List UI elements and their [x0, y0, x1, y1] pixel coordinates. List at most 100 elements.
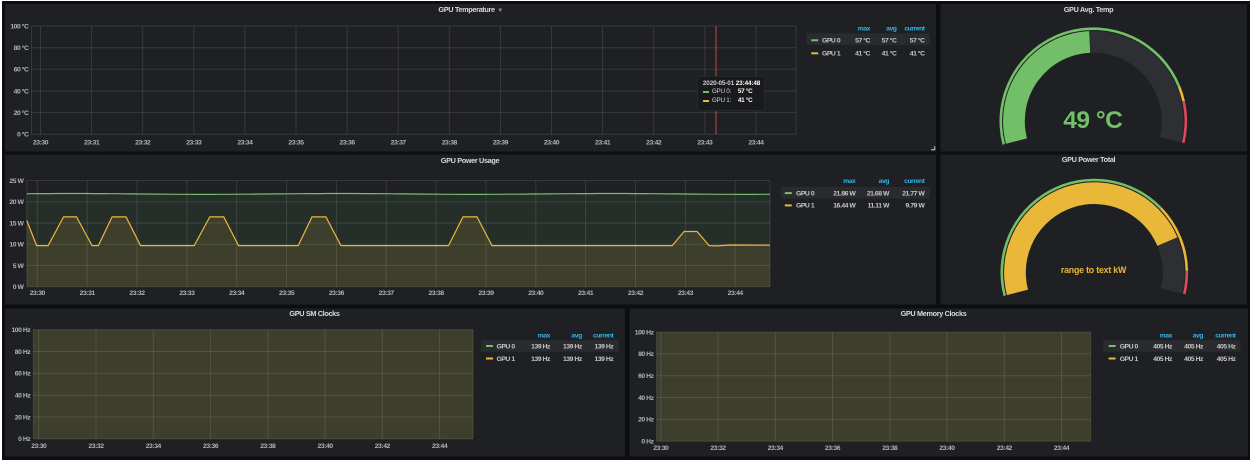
svg-text:41 °C: 41 °C [909, 50, 924, 58]
svg-text:avg: avg [1192, 332, 1203, 339]
svg-text:23:39: 23:39 [492, 140, 508, 147]
svg-text:57 °C: 57 °C [855, 37, 870, 45]
svg-text:avg: avg [571, 332, 582, 339]
svg-text:57 °C: 57 °C [881, 37, 896, 45]
svg-text:21.68 W: 21.68 W [866, 190, 889, 197]
svg-text:139 Hz: 139 Hz [531, 343, 551, 350]
svg-text:25 W: 25 W [9, 178, 24, 185]
svg-text:20 Hz: 20 Hz [638, 417, 655, 424]
svg-text:0 Hz: 0 Hz [18, 436, 31, 443]
svg-text:23:30: 23:30 [32, 140, 48, 147]
svg-text:23:43: 23:43 [697, 140, 713, 147]
svg-text:23:38: 23:38 [428, 290, 444, 297]
svg-text:100 °C: 100 °C [10, 22, 29, 30]
svg-text:avg: avg [886, 26, 897, 33]
svg-text:40 °C: 40 °C [13, 87, 28, 95]
svg-text:139 Hz: 139 Hz [531, 356, 551, 363]
svg-text:GPU 1: GPU 1 [1119, 356, 1138, 363]
svg-text:10 W: 10 W [9, 242, 24, 249]
svg-text:405 Hz: 405 Hz [1153, 356, 1173, 363]
svg-text:23:31: 23:31 [84, 140, 100, 147]
svg-text:23:43: 23:43 [677, 290, 693, 297]
svg-text:23:42: 23:42 [646, 140, 662, 147]
svg-text:80 Hz: 80 Hz [638, 351, 655, 358]
svg-text:23:34: 23:34 [145, 443, 161, 450]
svg-text:current: current [904, 178, 925, 185]
svg-text:GPU 1: GPU 1 [822, 51, 841, 58]
svg-text:23:40: 23:40 [528, 290, 544, 297]
svg-text:23:32: 23:32 [129, 290, 145, 297]
svg-text:20 Hz: 20 Hz [14, 414, 31, 421]
svg-text:23:44: 23:44 [1053, 445, 1069, 452]
svg-text:80 Hz: 80 Hz [14, 349, 31, 356]
svg-text:current: current [1215, 332, 1236, 339]
svg-text:23:37: 23:37 [378, 290, 394, 297]
svg-text:139 Hz: 139 Hz [594, 343, 614, 350]
svg-text:60 Hz: 60 Hz [638, 373, 655, 380]
svg-text:max: max [843, 178, 856, 185]
svg-text:0 °C: 0 °C [17, 131, 29, 139]
svg-text:GPU 1: GPU 1 [496, 356, 515, 363]
svg-text:23:35: 23:35 [279, 290, 295, 297]
svg-text:40 Hz: 40 Hz [638, 395, 655, 402]
svg-text:21.77 W: 21.77 W [902, 190, 925, 197]
svg-text:139 Hz: 139 Hz [594, 356, 614, 363]
svg-text:23:36: 23:36 [824, 445, 840, 452]
svg-text:405 Hz: 405 Hz [1184, 343, 1204, 350]
svg-text:41 °C: 41 °C [855, 50, 870, 58]
svg-text:41 °C: 41 °C [881, 50, 896, 58]
svg-text:23:34: 23:34 [237, 140, 253, 147]
svg-text:23:36: 23:36 [328, 290, 344, 297]
svg-text:60 Hz: 60 Hz [14, 371, 31, 378]
svg-text:100 Hz: 100 Hz [11, 327, 31, 334]
svg-text:23:32: 23:32 [135, 140, 151, 147]
svg-text:57 °C: 57 °C [909, 37, 924, 45]
svg-text:11.11 W: 11.11 W [867, 203, 889, 210]
svg-text:80 °C: 80 °C [13, 44, 28, 52]
svg-text:20 W: 20 W [9, 199, 24, 206]
svg-text:GPU 0: GPU 0 [1119, 343, 1138, 350]
svg-text:GPU 0: GPU 0 [796, 190, 815, 197]
svg-text:139 Hz: 139 Hz [562, 343, 582, 350]
svg-text:23:39: 23:39 [478, 290, 494, 297]
svg-text:23:44: 23:44 [432, 443, 448, 450]
svg-text:405 Hz: 405 Hz [1216, 343, 1236, 350]
svg-text:23:34: 23:34 [767, 445, 783, 452]
svg-text:23:33: 23:33 [179, 290, 195, 297]
svg-text:max: max [1159, 332, 1172, 339]
svg-text:23:41: 23:41 [595, 140, 611, 147]
svg-text:23:30: 23:30 [31, 443, 47, 450]
svg-text:23:37: 23:37 [390, 140, 406, 147]
svg-text:23:44: 23:44 [727, 290, 743, 297]
svg-text:23:40: 23:40 [317, 443, 333, 450]
svg-text:23:30: 23:30 [653, 445, 669, 452]
svg-text:20 °C: 20 °C [13, 109, 28, 117]
svg-text:139 Hz: 139 Hz [562, 356, 582, 363]
svg-text:405 Hz: 405 Hz [1153, 343, 1173, 350]
svg-text:23:30: 23:30 [29, 290, 45, 297]
svg-text:GPU 0: GPU 0 [496, 343, 515, 350]
svg-text:23:42: 23:42 [627, 290, 643, 297]
svg-text:60 °C: 60 °C [13, 66, 28, 74]
svg-text:GPU 1: GPU 1 [796, 203, 815, 210]
svg-text:23:42: 23:42 [996, 445, 1012, 452]
svg-text:23:38: 23:38 [882, 445, 898, 452]
svg-text:23:40: 23:40 [543, 140, 559, 147]
svg-text:100 Hz: 100 Hz [634, 329, 654, 336]
svg-text:23:40: 23:40 [939, 445, 955, 452]
svg-text:405 Hz: 405 Hz [1184, 356, 1204, 363]
svg-text:16.44 W: 16.44 W [833, 203, 856, 210]
svg-text:avg: avg [878, 178, 889, 185]
svg-text:21.86 W: 21.86 W [833, 190, 856, 197]
svg-text:23:35: 23:35 [288, 140, 304, 147]
svg-text:40 Hz: 40 Hz [14, 393, 31, 400]
svg-text:23:42: 23:42 [374, 443, 390, 450]
svg-text:23:36: 23:36 [339, 140, 355, 147]
svg-text:5 W: 5 W [12, 263, 24, 270]
svg-text:0 W: 0 W [12, 284, 24, 291]
svg-text:405 Hz: 405 Hz [1216, 356, 1236, 363]
svg-text:23:33: 23:33 [186, 140, 202, 147]
svg-text:23:34: 23:34 [229, 290, 245, 297]
svg-text:23:38: 23:38 [441, 140, 457, 147]
svg-text:current: current [904, 26, 925, 33]
